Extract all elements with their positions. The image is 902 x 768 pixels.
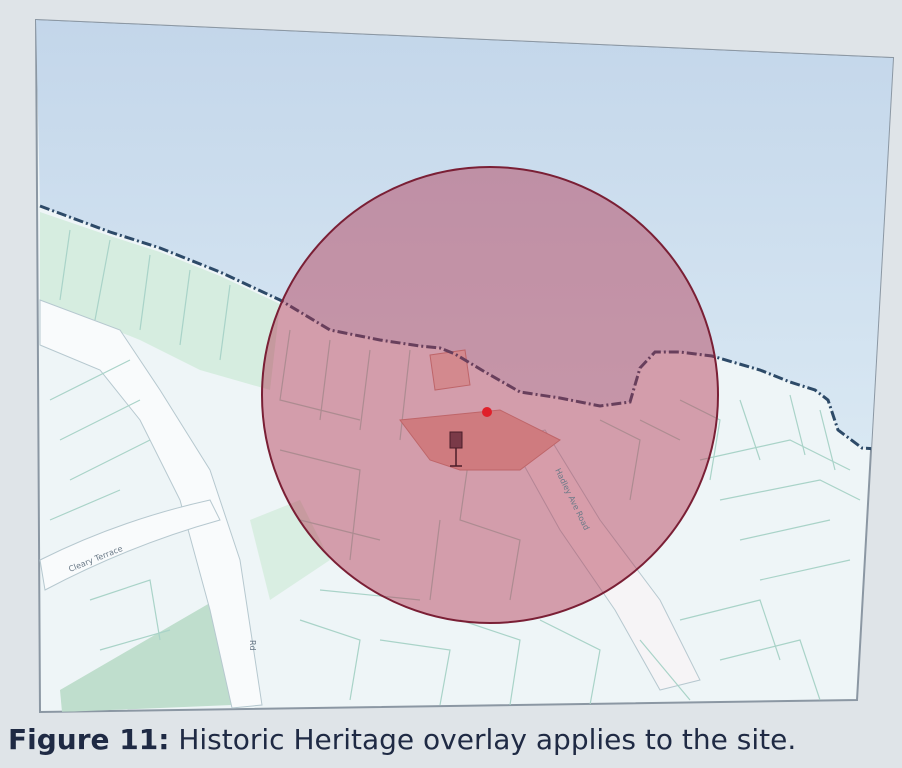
- heritage-overlay-circle[interactable]: [261, 166, 719, 624]
- figure-caption: Figure 11: Historic Heritage overlay app…: [8, 718, 898, 762]
- road-label-rd: Rd: [248, 640, 257, 651]
- figure-caption-text: Historic Heritage overlay applies to the…: [178, 723, 797, 756]
- site-point-icon[interactable]: [482, 407, 492, 417]
- map-frame: Cleary Terrace Hadley Ave Road Rd: [0, 0, 902, 768]
- figure-number: Figure 11:: [8, 723, 170, 756]
